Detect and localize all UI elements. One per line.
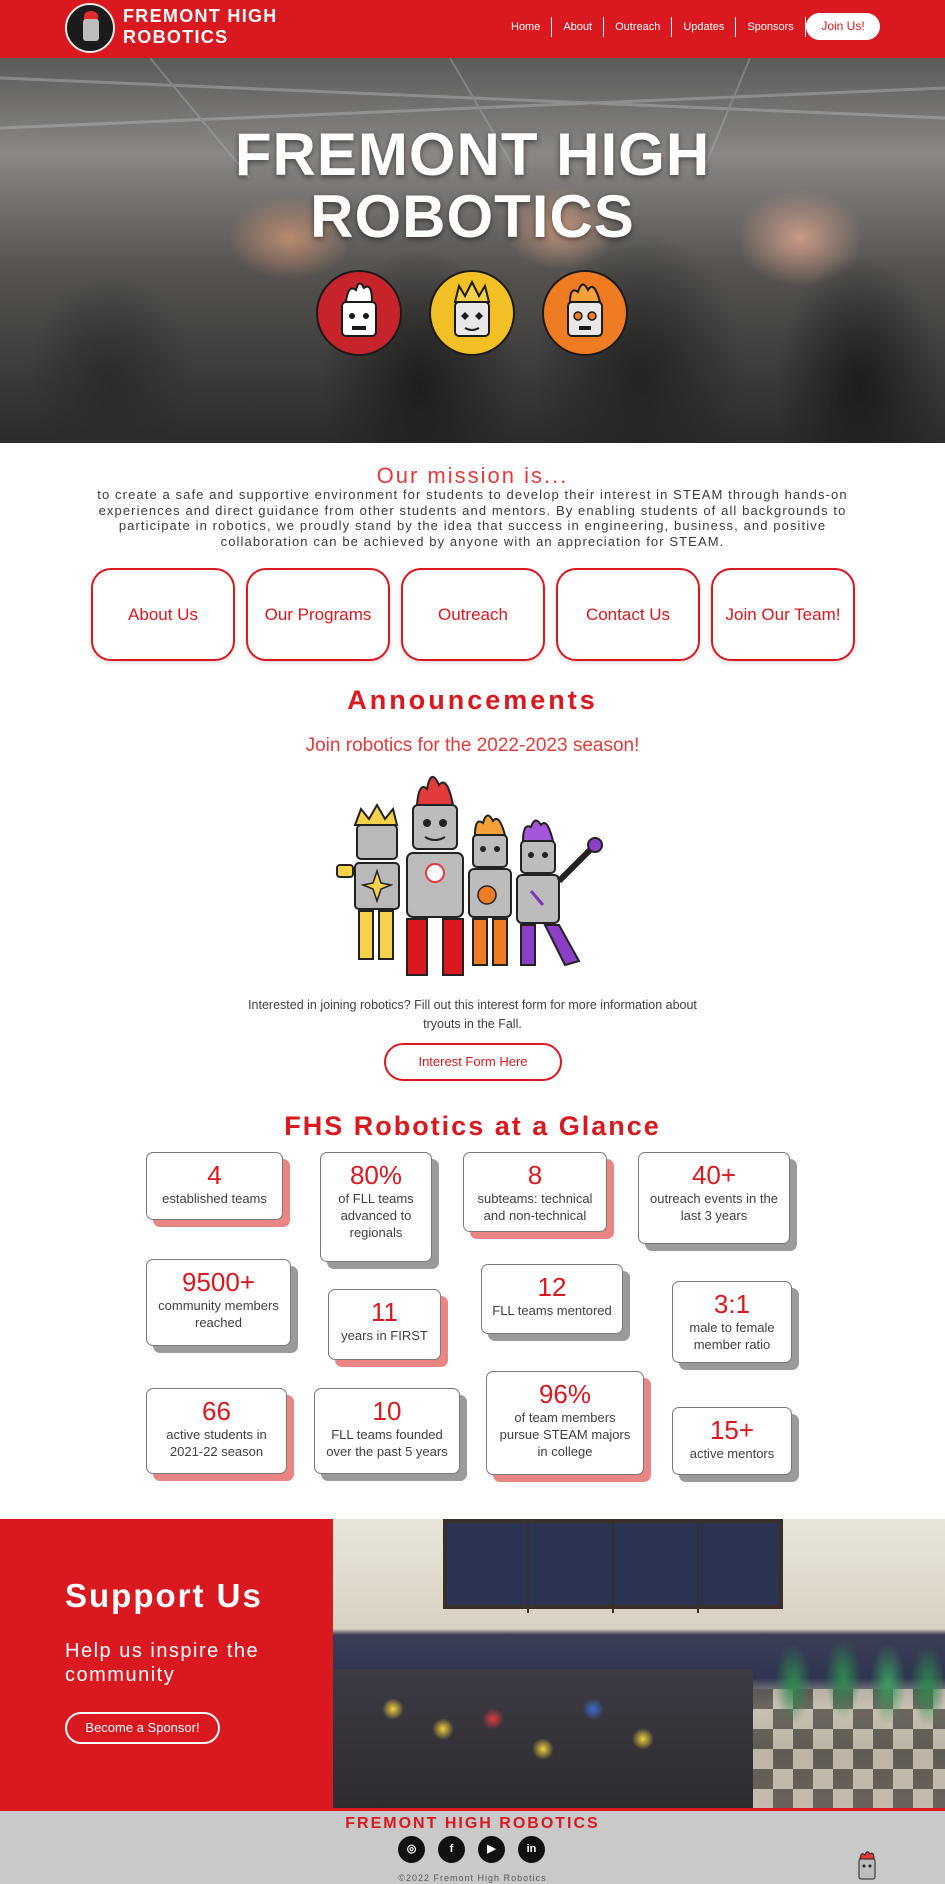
glance-title: FHS Robotics at a Glance <box>284 1111 661 1141</box>
join-our-team-button[interactable]: Join Our Team! <box>711 568 855 661</box>
team-logo[interactable] <box>65 3 115 53</box>
stat-card: 40+ outreach events in the last 3 years <box>638 1152 790 1244</box>
red-mascot-icon <box>316 270 402 356</box>
interest-form-button[interactable]: Interest Form Here <box>384 1043 562 1081</box>
announcements-title: Announcements <box>347 685 598 715</box>
stat-value: 40+ <box>691 1160 737 1190</box>
support-title: Support Us <box>65 1577 263 1614</box>
brand-line-2: ROBOTICS <box>123 27 229 47</box>
stat-value: 12 <box>537 1272 567 1302</box>
about-us-button[interactable]: About Us <box>91 568 235 661</box>
gym-crowd <box>333 1669 753 1808</box>
stat-value: 11 <box>371 1297 398 1327</box>
main-nav: Home About Outreach Updates Sponsors <box>500 15 806 39</box>
page: FREMONT HIGH ROBOTICS Home About Outreac… <box>0 0 945 1884</box>
stat-value: 4 <box>207 1160 222 1190</box>
gym-volunteers <box>763 1614 943 1734</box>
stat-value: 66 <box>202 1396 231 1426</box>
stat-card: 4 established teams <box>146 1152 283 1220</box>
announcement-headline: Join robotics for the 2022-2023 season! <box>305 735 640 756</box>
brand-line-1: FREMONT HIGH <box>123 6 278 26</box>
nav-home[interactable]: Home <box>500 17 553 37</box>
site-header: FREMONT HIGH ROBOTICS Home About Outreac… <box>0 0 945 58</box>
gym-windows <box>443 1519 783 1613</box>
stat-label: of team members pursue STEAM majors in c… <box>499 1410 631 1459</box>
stat-card: 3:1 male to female member ratio <box>672 1281 792 1363</box>
yellow-mascot-icon <box>429 270 515 356</box>
copyright-text: ©2022 Fremont High Robotics <box>398 1873 547 1883</box>
hero-title-line-2: ROBOTICS <box>310 183 635 250</box>
stat-label: FLL teams founded over the past 5 years <box>326 1427 448 1459</box>
footer-mascot-icon[interactable] <box>855 1849 879 1881</box>
stat-label: years in FIRST <box>341 1328 428 1343</box>
mission-text: to create a safe and supportive environm… <box>97 487 848 549</box>
support-subtitle: Help us inspire the community <box>65 1640 260 1686</box>
nav-sponsors[interactable]: Sponsors <box>736 17 806 37</box>
stat-card: 80% of FLL teams advanced to regionals <box>320 1152 432 1262</box>
stat-label: FLL teams mentored <box>492 1303 612 1318</box>
nav-updates[interactable]: Updates <box>672 17 737 37</box>
stat-card: 9500+ community members reached <box>146 1259 291 1346</box>
mission-title: Our mission is... <box>376 463 569 488</box>
stat-label: active mentors <box>689 1446 775 1461</box>
hero-banner: FREMONT HIGH ROBOTICS <box>0 58 945 443</box>
support-section: Support Us Help us inspire the community… <box>0 1519 333 1808</box>
logo-robot-icon <box>83 19 99 41</box>
stat-value: 80% <box>349 1160 403 1190</box>
stat-card: 96% of team members pursue STEAM majors … <box>486 1371 644 1475</box>
nav-about[interactable]: About <box>552 17 605 37</box>
become-sponsor-button[interactable]: Become a Sponsor! <box>65 1712 220 1744</box>
site-footer: FREMONT HIGH ROBOTICS ◎ f ▶ in ©2022 Fre… <box>0 1808 945 1884</box>
join-us-button[interactable]: Join Us! <box>806 13 880 40</box>
social-links: ◎ f ▶ in <box>398 1836 545 1863</box>
hero-title-line-1: FREMONT HIGH <box>234 121 711 188</box>
instagram-icon[interactable]: ◎ <box>398 1836 425 1863</box>
stat-value: 9500+ <box>181 1267 256 1297</box>
stat-card: 11 years in FIRST <box>328 1289 441 1360</box>
facebook-icon[interactable]: f <box>438 1836 465 1863</box>
announcement-text: Interested in joining robotics? Fill out… <box>248 998 697 1031</box>
brand-name[interactable]: FREMONT HIGH ROBOTICS <box>123 6 278 48</box>
stat-value: 10 <box>372 1396 402 1426</box>
stat-value: 3:1 <box>713 1289 751 1319</box>
stat-value: 15+ <box>709 1415 755 1445</box>
contact-us-button[interactable]: Contact Us <box>556 568 700 661</box>
stat-card: 12 FLL teams mentored <box>481 1264 623 1334</box>
orange-mascot-icon <box>542 270 628 356</box>
stat-label: male to female member ratio <box>689 1320 775 1352</box>
our-programs-button[interactable]: Our Programs <box>246 568 390 661</box>
stat-label: subteams: technical and non-technical <box>477 1191 593 1223</box>
stat-card: 15+ active mentors <box>672 1407 792 1475</box>
stat-label: established teams <box>162 1191 267 1206</box>
stat-card: 10 FLL teams founded over the past 5 yea… <box>314 1388 460 1474</box>
stat-value: 8 <box>527 1160 543 1190</box>
stat-card: 66 active students in 2021-22 season <box>146 1388 287 1474</box>
mascot-group-illustration <box>336 776 603 976</box>
stat-label: of FLL teams advanced to regionals <box>338 1191 414 1240</box>
footer-title: FREMONT HIGH ROBOTICS <box>345 1815 600 1832</box>
stat-value: 96% <box>538 1379 592 1409</box>
stat-label: community members reached <box>158 1298 279 1330</box>
gym-event-photo <box>333 1519 945 1808</box>
nav-outreach[interactable]: Outreach <box>604 17 673 37</box>
stat-label: outreach events in the last 3 years <box>650 1191 778 1223</box>
outreach-button[interactable]: Outreach <box>401 568 545 661</box>
stat-card: 8 subteams: technical and non-technical <box>463 1152 607 1232</box>
youtube-icon[interactable]: ▶ <box>478 1836 505 1863</box>
stat-label: active students in 2021-22 season <box>166 1427 267 1459</box>
linkedin-icon[interactable]: in <box>518 1836 545 1863</box>
hero-title: FREMONT HIGH ROBOTICS <box>0 124 945 248</box>
